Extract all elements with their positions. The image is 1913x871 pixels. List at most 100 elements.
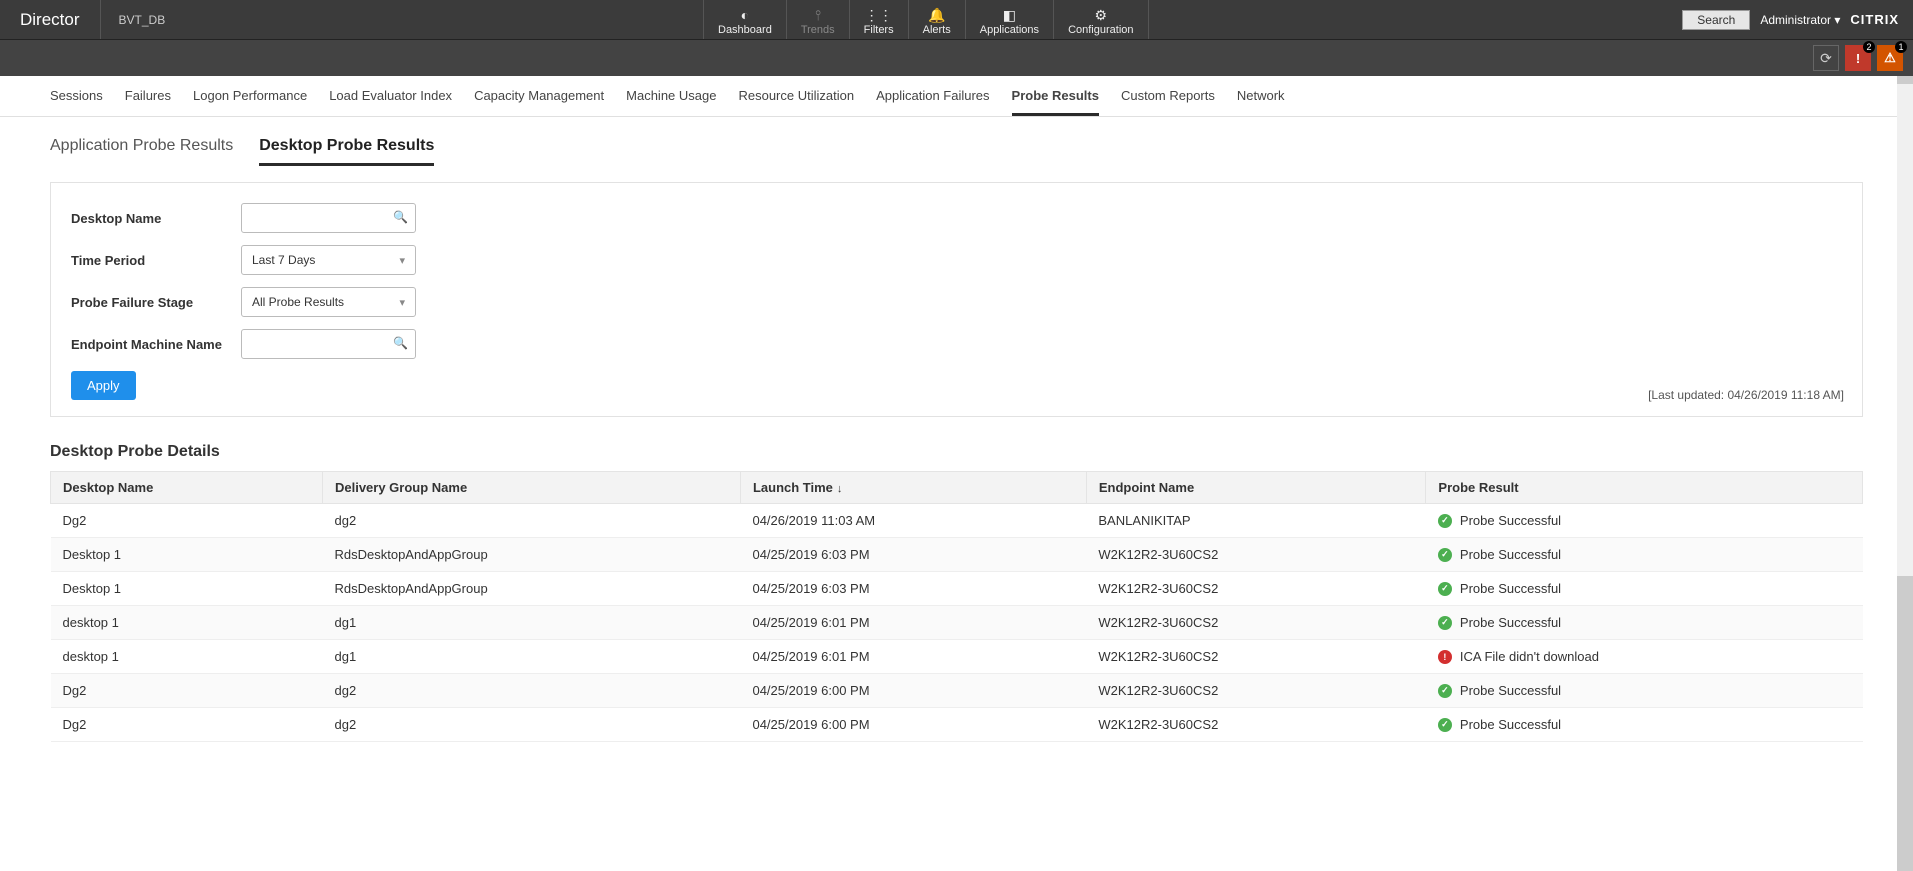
table-cell: dg2 — [322, 504, 740, 538]
nav-label: Filters — [864, 24, 894, 36]
table-cell: RdsDesktopAndAppGroup — [322, 572, 740, 606]
tab-probe-results[interactable]: Probe Results — [1012, 88, 1099, 116]
tab-failures[interactable]: Failures — [125, 88, 171, 116]
apply-button[interactable]: Apply — [71, 371, 136, 400]
subtab-application-probe-results[interactable]: Application Probe Results — [50, 137, 233, 166]
table-cell: dg1 — [322, 640, 740, 674]
main-content: Sessions Failures Logon Performance Load Ev… — [0, 76, 1913, 782]
nav-trends[interactable]: ⫯ Trends — [786, 0, 849, 39]
tab-logon-performance[interactable]: Logon Performance — [193, 88, 307, 116]
probe-result-cell: ✓Probe Successful — [1426, 504, 1863, 538]
nav-dashboard[interactable]: ◐Dashboard — [703, 0, 786, 39]
tab-sessions[interactable]: Sessions — [50, 88, 103, 116]
citrix-logo: CITRIX — [1850, 12, 1899, 27]
page-scrollbar[interactable] — [1897, 76, 1913, 871]
table-row[interactable]: Desktop 1RdsDesktopAndAppGroup04/25/2019… — [51, 538, 1863, 572]
table-cell: desktop 1 — [51, 640, 323, 674]
nav-alerts[interactable]: 🔔 Alerts — [908, 0, 965, 39]
table-cell: 04/25/2019 6:01 PM — [740, 606, 1086, 640]
subtab-desktop-probe-results[interactable]: Desktop Probe Results — [259, 137, 434, 166]
alerts-icon: 🔔 — [928, 8, 945, 22]
success-icon: ✓ — [1438, 548, 1452, 562]
col-launch-time[interactable]: Launch Time↓ — [740, 472, 1086, 504]
table-cell: dg2 — [322, 708, 740, 742]
desktop-name-input[interactable] — [241, 203, 416, 233]
table-cell: dg1 — [322, 606, 740, 640]
success-icon: ✓ — [1438, 684, 1452, 698]
warning-icon: ⚠ — [1884, 50, 1896, 66]
time-period-select[interactable]: Last 7 Days ▾ — [241, 245, 416, 275]
alert-badge-warning[interactable]: ⚠ 1 — [1877, 45, 1903, 71]
tab-application-failures[interactable]: Application Failures — [876, 88, 989, 116]
success-icon: ✓ — [1438, 718, 1452, 732]
table-row[interactable]: Desktop 1RdsDesktopAndAppGroup04/25/2019… — [51, 572, 1863, 606]
tab-capacity-management[interactable]: Capacity Management — [474, 88, 604, 116]
table-row[interactable]: Dg2dg204/25/2019 6:00 PMW2K12R2-3U60CS2✓… — [51, 674, 1863, 708]
alert-count-critical: 2 — [1863, 41, 1875, 53]
probe-result-text: Probe Successful — [1460, 581, 1561, 596]
filter-panel: Desktop Name 🔍 Time Period Last 7 Days ▾… — [50, 182, 1863, 417]
details-heading: Desktop Probe Details — [50, 443, 1863, 461]
nav-applications[interactable]: ◧ Applications — [965, 0, 1053, 39]
table-cell: 04/25/2019 6:01 PM — [740, 640, 1086, 674]
admin-label: Administrator — [1760, 13, 1831, 27]
table-row[interactable]: desktop 1dg104/25/2019 6:01 PMW2K12R2-3U… — [51, 606, 1863, 640]
sub-bar: ⟳ ! 2 ⚠ 1 — [0, 40, 1913, 76]
trends-icon: ⫯ — [815, 8, 821, 22]
table-row[interactable]: Dg2dg204/26/2019 11:03 AMBANLANIKITAP✓Pr… — [51, 504, 1863, 538]
probe-stage-label: Probe Failure Stage — [71, 295, 241, 310]
top-nav: ◐Dashboard ⫯ Trends ⋮⋮ Filters 🔔 Alerts ◧ Applic… — [703, 0, 1149, 39]
col-delivery-group-name[interactable]: Delivery Group Name — [322, 472, 740, 504]
admin-menu[interactable]: Administrator ▾ — [1760, 13, 1840, 27]
endpoint-name-input[interactable] — [241, 329, 416, 359]
probe-result-cell: ✓Probe Successful — [1426, 708, 1863, 742]
success-icon: ✓ — [1438, 616, 1452, 630]
nav-label: Dashboard — [718, 24, 772, 36]
table-cell: W2K12R2-3U60CS2 — [1086, 538, 1426, 572]
nav-label: Applications — [980, 24, 1039, 36]
configuration-icon: ⚙ — [1095, 8, 1108, 22]
nav-label: Trends — [801, 24, 835, 36]
probe-result-text: Probe Successful — [1460, 683, 1561, 698]
table-cell: 04/25/2019 6:03 PM — [740, 538, 1086, 572]
table-cell: W2K12R2-3U60CS2 — [1086, 572, 1426, 606]
probe-result-text: ICA File didn't download — [1460, 649, 1599, 664]
filters-icon: ⋮⋮ — [865, 8, 893, 22]
chevron-down-icon: ▾ — [1834, 13, 1840, 27]
col-probe-result[interactable]: Probe Result — [1426, 472, 1863, 504]
tab-machine-usage[interactable]: Machine Usage — [626, 88, 716, 116]
table-cell: Dg2 — [51, 708, 323, 742]
nav-configuration[interactable]: ⚙Configuration — [1053, 0, 1148, 39]
probe-result-cell: ✓Probe Successful — [1426, 572, 1863, 606]
db-name[interactable]: BVT_DB — [101, 0, 184, 39]
table-cell: BANLANIKITAP — [1086, 504, 1426, 538]
tab-load-evaluator-index[interactable]: Load Evaluator Index — [329, 88, 452, 116]
col-endpoint-name[interactable]: Endpoint Name — [1086, 472, 1426, 504]
probe-stage-select[interactable]: All Probe Results ▾ — [241, 287, 416, 317]
table-cell: W2K12R2-3U60CS2 — [1086, 606, 1426, 640]
probe-result-cell: ✓ Probe Successful — [1426, 674, 1863, 708]
col-desktop-name[interactable]: Desktop Name — [51, 472, 323, 504]
table-row[interactable]: desktop 1dg104/25/2019 6:01 PMW2K12R2-3U… — [51, 640, 1863, 674]
table-cell: Desktop 1 — [51, 572, 323, 606]
table-cell: Dg2 — [51, 674, 323, 708]
error-icon: ! — [1438, 650, 1452, 664]
applications-icon: ◧ — [1003, 8, 1016, 22]
alert-badge-critical[interactable]: ! 2 — [1845, 45, 1871, 71]
nav-label: Alerts — [923, 24, 951, 36]
table-cell: W2K12R2-3U60CS2 — [1086, 640, 1426, 674]
probe-stage-value: All Probe Results — [252, 295, 344, 309]
tab-network[interactable]: Network — [1237, 88, 1285, 116]
sort-desc-icon: ↓ — [837, 483, 843, 495]
search-button[interactable]: Search — [1682, 10, 1750, 30]
endpoint-name-label: Endpoint Machine Name — [71, 337, 241, 352]
refresh-button[interactable]: ⟳ — [1813, 45, 1839, 71]
probe-results-table: Desktop NameDelivery Group NameLaunch Ti… — [50, 471, 1863, 742]
nav-filters[interactable]: ⋮⋮ Filters — [849, 0, 908, 39]
table-row[interactable]: Dg2dg204/25/2019 6:00 PMW2K12R2-3U60CS2✓… — [51, 708, 1863, 742]
chevron-down-icon: ▾ — [399, 254, 405, 267]
table-cell: 04/25/2019 6:03 PM — [740, 572, 1086, 606]
tab-custom-reports[interactable]: Custom Reports — [1121, 88, 1215, 116]
app-brand: Director — [0, 0, 101, 39]
tab-resource-utilization[interactable]: Resource Utilization — [738, 88, 854, 116]
